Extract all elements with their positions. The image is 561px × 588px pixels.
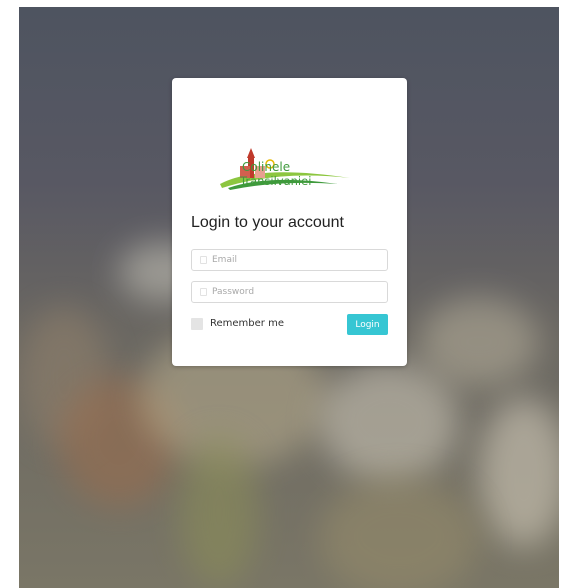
logo-subtitle: Transilvaniei (240, 174, 312, 188)
email-icon (200, 256, 207, 264)
email-input[interactable] (212, 250, 382, 270)
logo-title: Colinele (242, 160, 291, 174)
login-button[interactable]: Login (347, 314, 388, 335)
blurred-stem (179, 437, 259, 587)
blurred-flower (479, 397, 559, 547)
email-field (191, 249, 388, 271)
blurred-flower (319, 362, 459, 482)
lock-icon (200, 288, 207, 296)
page-title: Login to your account (191, 214, 344, 231)
remember-me-label[interactable]: Remember me (210, 318, 284, 329)
remember-me-checkbox[interactable] (191, 318, 203, 330)
blurred-flower (319, 477, 479, 588)
blurred-flower (419, 297, 539, 387)
login-card: Colinele Transilvaniei Login to your acc… (172, 78, 407, 366)
password-input[interactable] (212, 282, 382, 302)
password-field (191, 281, 388, 303)
